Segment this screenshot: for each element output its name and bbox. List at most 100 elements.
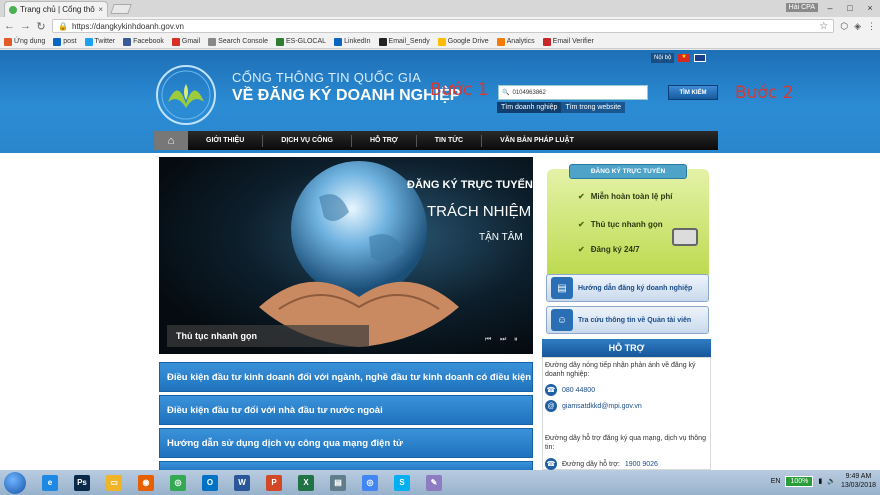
back-icon[interactable]: ←: [4, 20, 15, 32]
internal-link[interactable]: Nội bộ: [651, 53, 675, 63]
nav-about[interactable]: GIỚI THIỆU: [188, 134, 264, 147]
next-link-bar[interactable]: [159, 461, 533, 470]
taskbar-app-glyph: ◎: [170, 474, 186, 491]
support-phone2-row: ☎ Đường dây hỗ trợ: 1900 9026: [545, 458, 658, 470]
fax-icon[interactable]: ▤: [324, 472, 352, 494]
tab-search-website[interactable]: Tìm trong website: [561, 102, 626, 113]
clock[interactable]: 9:49 AM 13/03/2018: [841, 472, 876, 490]
taskbar-app-glyph: ◎: [362, 474, 378, 491]
maximize-button[interactable]: □: [840, 0, 860, 16]
bookmarks-bar: Ứng dụng post Twitter Facebook Gmail Search C…: [0, 35, 880, 49]
bookmark-icon: [171, 37, 180, 46]
online-benefit-item: ✔ Miễn hoàn toàn lệ phí: [578, 192, 673, 201]
bookmark-item[interactable]: Facebook: [123, 37, 164, 46]
bookmark-item[interactable]: Gmail: [171, 37, 201, 46]
bookmark-icon: [542, 37, 551, 46]
nav-legal-documents[interactable]: VĂN BẢN PHÁP LUẬT: [482, 135, 592, 147]
bookmark-icon: [334, 37, 343, 46]
foreign-investor-link[interactable]: Điều kiện đầu tư đối với nhà đầu tư nước…: [159, 395, 533, 425]
support-hotline-text: Đường dây nóng tiếp nhận phản ánh về đăn…: [545, 362, 696, 378]
extension-icon[interactable]: ◈: [854, 21, 861, 32]
profile-badge[interactable]: Hải CPA: [785, 3, 818, 12]
forward-icon[interactable]: →: [20, 20, 31, 32]
bookmark-item[interactable]: Ứng dụng: [4, 37, 45, 46]
photoshop-icon[interactable]: Ps: [68, 472, 96, 494]
uk-flag-icon[interactable]: [694, 54, 707, 62]
nav-public-services[interactable]: DỊCH VỤ CÔNG: [263, 134, 352, 147]
online-registration-title: ĐĂNG KÝ TRỰC TUYẾN: [569, 164, 687, 179]
tab-title: Trang chủ | Cổng thông: [20, 5, 96, 14]
laptop-icon: [672, 228, 698, 246]
bookmark-item[interactable]: Twitter: [84, 37, 115, 46]
minimize-button[interactable]: –: [820, 0, 840, 16]
hero-banner[interactable]: ĐĂNG KÝ TRỰC TUYẾN TRÁCH NHIỆM TẬN TÂM T…: [159, 157, 533, 354]
bookmark-item[interactable]: Analytics: [496, 37, 535, 46]
menu-icon[interactable]: ⋮: [867, 21, 876, 32]
tab-close-icon[interactable]: ×: [98, 5, 103, 14]
reload-icon[interactable]: ↻: [36, 20, 46, 33]
word-icon[interactable]: W: [228, 472, 256, 494]
step-2-annotation: Bước 2: [735, 83, 794, 103]
phone-icon: ☎: [545, 384, 557, 396]
step-1-annotation: Bước 1: [430, 80, 489, 100]
chrome-active-icon[interactable]: ◎: [356, 472, 384, 494]
volume-icon[interactable]: 🔊: [827, 477, 836, 485]
banner-caption: Thủ tục nhanh gọn: [167, 325, 369, 347]
lock-icon: 🔒: [58, 21, 68, 31]
site-logo-icon[interactable]: [154, 64, 218, 126]
taskbar-app-glyph: O: [202, 474, 218, 491]
tab-search-business[interactable]: Tìm doanh nghiệp: [497, 102, 562, 113]
battery-indicator[interactable]: 100%: [785, 475, 814, 487]
start-button-icon[interactable]: [4, 472, 26, 494]
firefox-icon[interactable]: ◉: [132, 472, 160, 494]
vietnam-flag-icon[interactable]: [678, 53, 691, 62]
taskbar-app-glyph: ▤: [330, 474, 346, 491]
trustee-lookup-button[interactable]: ☺ Tra cứu thông tin về Quản tài viên: [546, 306, 709, 334]
brand-line-1: CỔNG THÔNG TIN QUỐC GIA: [232, 70, 422, 85]
bookmark-item[interactable]: Google Drive: [437, 37, 489, 46]
next-slide-icon[interactable]: ⏭: [500, 336, 506, 344]
powerpoint-icon[interactable]: P: [260, 472, 288, 494]
bookmark-item[interactable]: Search Console: [208, 37, 268, 46]
outlook-icon[interactable]: O: [196, 472, 224, 494]
conditional-business-link[interactable]: Điều kiện đầu tư kinh doanh đối với ngàn…: [159, 362, 533, 392]
nav-support[interactable]: HỖ TRỢ: [352, 134, 417, 147]
bookmark-item[interactable]: Email Verifier: [542, 37, 594, 46]
extension-icon[interactable]: ⬡: [840, 21, 848, 32]
banner-line-3: TẬN TÂM: [479, 232, 523, 243]
browser-tab[interactable]: Trang chủ | Cổng thông ×: [4, 1, 108, 17]
home-icon[interactable]: ⌂: [154, 131, 188, 150]
network-icon[interactable]: ▮: [818, 477, 822, 485]
new-tab-button[interactable]: [110, 4, 132, 14]
url-text: https://dangkykinhdoanh.gov.vn: [71, 21, 184, 31]
bookmark-icon: [378, 37, 387, 46]
pause-slide-icon[interactable]: ⏸: [514, 336, 518, 344]
bookmark-item[interactable]: LinkedIn: [334, 37, 371, 46]
language-indicator[interactable]: EN: [771, 478, 781, 485]
check-icon: ✔: [578, 220, 585, 229]
bookmark-item[interactable]: Email_Sendy: [378, 37, 430, 46]
ie-icon[interactable]: e: [36, 472, 64, 494]
registration-guide-button[interactable]: ▤ Hướng dẫn đăng ký doanh nghiệp: [546, 274, 709, 302]
business-search-input[interactable]: 🔍 0104963862: [498, 85, 648, 100]
search-button[interactable]: TÌM KIẾM: [668, 85, 718, 100]
skype-icon[interactable]: S: [388, 472, 416, 494]
bookmark-label: Gmail: [181, 38, 201, 45]
online-service-guide-link[interactable]: Hướng dẫn sử dụng dịch vụ công qua mạng …: [159, 428, 533, 458]
prev-slide-icon[interactable]: ⏮: [485, 336, 491, 344]
online-benefit-item: ✔ Thủ tục nhanh gọn: [578, 220, 663, 229]
bookmark-star-icon[interactable]: ☆: [819, 21, 828, 32]
paint-icon[interactable]: ✎: [420, 472, 448, 494]
bookmark-item[interactable]: post: [53, 37, 77, 46]
bookmark-label: Email_Sendy: [388, 38, 430, 45]
url-input[interactable]: 🔒 https://dangkykinhdoanh.gov.vn ☆: [52, 19, 835, 33]
bookmark-item[interactable]: ES-GLOCAL: [275, 37, 326, 46]
nav-news[interactable]: TIN TỨC: [417, 134, 483, 147]
support-panel-title: HỖ TRỢ: [542, 339, 711, 357]
chrome-icon[interactable]: ◎: [164, 472, 192, 494]
close-window-button[interactable]: ×: [860, 0, 880, 16]
banner-heading: ĐĂNG KÝ TRỰC TUYẾN: [407, 179, 533, 191]
folder-icon[interactable]: ▭: [100, 472, 128, 494]
bookmark-icon: [53, 37, 62, 46]
excel-icon[interactable]: X: [292, 472, 320, 494]
